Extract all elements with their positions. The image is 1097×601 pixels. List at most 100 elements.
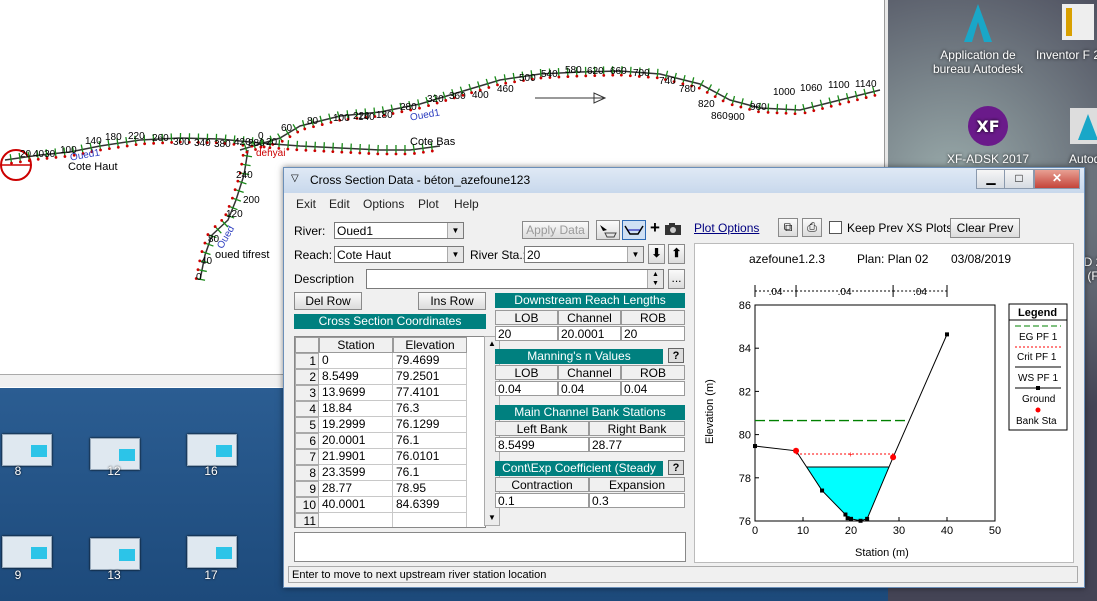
- rob-length-input[interactable]: 20: [621, 326, 685, 341]
- table-cell-elevation[interactable]: 76.1: [393, 433, 467, 449]
- window-menu-icon[interactable]: ▽: [291, 173, 299, 184]
- river-select-chevron-down-icon[interactable]: ▼: [447, 223, 463, 238]
- menu-exit[interactable]: Exit: [296, 197, 316, 211]
- scroll-down-icon[interactable]: ▼: [485, 511, 499, 525]
- mannings-channel-input[interactable]: 0.04: [558, 381, 621, 396]
- table-cell-elevation[interactable]: [393, 513, 467, 527]
- table-row-number[interactable]: 7: [295, 449, 319, 465]
- table-cell-elevation[interactable]: 78.95: [393, 481, 467, 497]
- window-thumb-13[interactable]: [90, 538, 140, 570]
- cross-section-data-window[interactable]: ▽ Cross Section Data - béton_azefoune123…: [283, 167, 1085, 588]
- xs-bank-dot: [803, 111, 807, 115]
- right-bank-input[interactable]: 28.77: [589, 437, 685, 452]
- plot-options-link[interactable]: Plot Options: [694, 221, 759, 235]
- table-row-number[interactable]: 5: [295, 417, 319, 433]
- desktop-icon-inventor[interactable]: Inventor F 2013: [1028, 0, 1097, 62]
- station-label: 180: [105, 132, 122, 143]
- table-row-number[interactable]: 3: [295, 385, 319, 401]
- left-bank-input[interactable]: 8.5499: [495, 437, 589, 452]
- camera-button[interactable]: [664, 221, 682, 240]
- expansion-input[interactable]: 0.3: [589, 493, 685, 508]
- maximize-button[interactable]: □: [1004, 169, 1034, 189]
- print-plot-button[interactable]: ⎙: [802, 218, 822, 237]
- downstream-lengths-title: Downstream Reach Lengths: [495, 293, 685, 308]
- xs-shape-button[interactable]: [622, 220, 646, 240]
- table-cell-station[interactable]: 19.2999: [319, 417, 393, 433]
- river-sta-select[interactable]: 20 ▼: [524, 246, 644, 263]
- table-cell-station[interactable]: 40.0001: [319, 497, 393, 513]
- table-cell-elevation[interactable]: 76.1299: [393, 417, 467, 433]
- apply-data-button[interactable]: Apply Data: [522, 221, 589, 239]
- menu-help[interactable]: Help: [454, 197, 479, 211]
- table-row-number[interactable]: 8: [295, 465, 319, 481]
- table-cell-station[interactable]: 13.9699: [319, 385, 393, 401]
- table-row-number[interactable]: 2: [295, 369, 319, 385]
- description-more-button[interactable]: ...: [668, 269, 685, 289]
- table-cell-elevation[interactable]: 76.0101: [393, 449, 467, 465]
- table-cell-elevation[interactable]: 79.4699: [393, 353, 467, 369]
- table-cell-elevation[interactable]: 84.6399: [393, 497, 467, 513]
- keep-prev-checkbox[interactable]: [829, 221, 842, 234]
- table-cell-elevation[interactable]: 76.3: [393, 401, 467, 417]
- table-row-number[interactable]: 10: [295, 497, 319, 513]
- window-thumb-17[interactable]: [187, 536, 237, 568]
- table-cell-station[interactable]: 23.3599: [319, 465, 393, 481]
- table-row-number[interactable]: 4: [295, 401, 319, 417]
- description-input[interactable]: ▲ ▼: [366, 269, 664, 289]
- menu-options[interactable]: Options: [363, 197, 404, 211]
- prev-station-button[interactable]: ⬇: [648, 244, 665, 264]
- mannings-lob-input[interactable]: 0.04: [495, 381, 558, 396]
- window-thumb-16[interactable]: [187, 434, 237, 466]
- title-bar[interactable]: ▽ Cross Section Data - béton_azefoune123…: [284, 168, 1084, 193]
- desktop-icon-autodesk-2[interactable]: Autode: [1038, 104, 1097, 166]
- description-spinner-icon[interactable]: ▲ ▼: [647, 270, 663, 288]
- copy-plot-button[interactable]: ⧉: [778, 218, 798, 237]
- desktop-icon-autodesk[interactable]: Application de bureau Autodesk: [928, 0, 1028, 76]
- table-cell-elevation[interactable]: 77.4101: [393, 385, 467, 401]
- station-label: 460: [497, 84, 514, 95]
- table-cell-elevation[interactable]: 76.1: [393, 465, 467, 481]
- table-cell-station[interactable]: 20.0001: [319, 433, 393, 449]
- schematic-pick-button[interactable]: [596, 220, 620, 240]
- mannings-help-button[interactable]: ?: [668, 348, 684, 363]
- lob-length-input[interactable]: 20: [495, 326, 558, 341]
- table-cell-station[interactable]: 8.5499: [319, 369, 393, 385]
- ins-row-button[interactable]: Ins Row: [418, 292, 486, 310]
- table-cell-station[interactable]: 21.9901: [319, 449, 393, 465]
- add-plus-icon[interactable]: +: [650, 218, 660, 238]
- reach-select-chevron-down-icon[interactable]: ▼: [447, 247, 463, 262]
- channel-length-input[interactable]: 20.0001: [558, 326, 621, 341]
- river-select[interactable]: Oued1 ▼: [334, 222, 464, 239]
- table-cell-station[interactable]: 18.84: [319, 401, 393, 417]
- x-tick-label: 40: [941, 525, 953, 537]
- copy-icon: ⧉: [783, 220, 793, 234]
- mannings-rob-input[interactable]: 0.04: [621, 381, 685, 396]
- window-thumb-8[interactable]: [2, 434, 52, 466]
- window-thumb-9[interactable]: [2, 536, 52, 568]
- table-row-number[interactable]: 6: [295, 433, 319, 449]
- river-sta-chevron-down-icon[interactable]: ▼: [627, 247, 643, 262]
- table-cell-station[interactable]: 0: [319, 353, 393, 369]
- minimize-button[interactable]: ▁: [976, 169, 1006, 189]
- table-row-number[interactable]: 11: [295, 513, 319, 527]
- menu-edit[interactable]: Edit: [329, 197, 350, 211]
- contraction-input[interactable]: 0.1: [495, 493, 589, 508]
- station-label: 80: [307, 116, 319, 127]
- description-label: Description: [294, 272, 355, 286]
- del-row-button[interactable]: Del Row: [294, 292, 362, 310]
- cross-section-plot[interactable]: azefoune1.2.3 Plan: Plan 02 03/08/2019 0…: [694, 243, 1074, 563]
- table-cell-station[interactable]: 28.77: [319, 481, 393, 497]
- table-row-number[interactable]: 9: [295, 481, 319, 497]
- menu-plot[interactable]: Plot: [418, 197, 439, 211]
- table-row-number[interactable]: 1: [295, 353, 319, 369]
- cont-exp-help-button[interactable]: ?: [668, 460, 684, 475]
- xs-bank-dot: [322, 149, 326, 153]
- desktop-icon-xf-adsk[interactable]: XF XF-ADSK 2017: [938, 104, 1038, 166]
- reach-select[interactable]: Cote Haut ▼: [334, 246, 464, 263]
- xs-coordinates-table[interactable]: Station Elevation 1 0 79.4699 2 8.5499 79.250…: [294, 336, 486, 528]
- table-cell-elevation[interactable]: 79.2501: [393, 369, 467, 385]
- close-button[interactable]: ✕: [1034, 169, 1080, 189]
- next-station-button[interactable]: ⬆: [668, 244, 685, 264]
- table-cell-station[interactable]: [319, 513, 393, 527]
- clear-prev-button[interactable]: Clear Prev: [950, 218, 1020, 238]
